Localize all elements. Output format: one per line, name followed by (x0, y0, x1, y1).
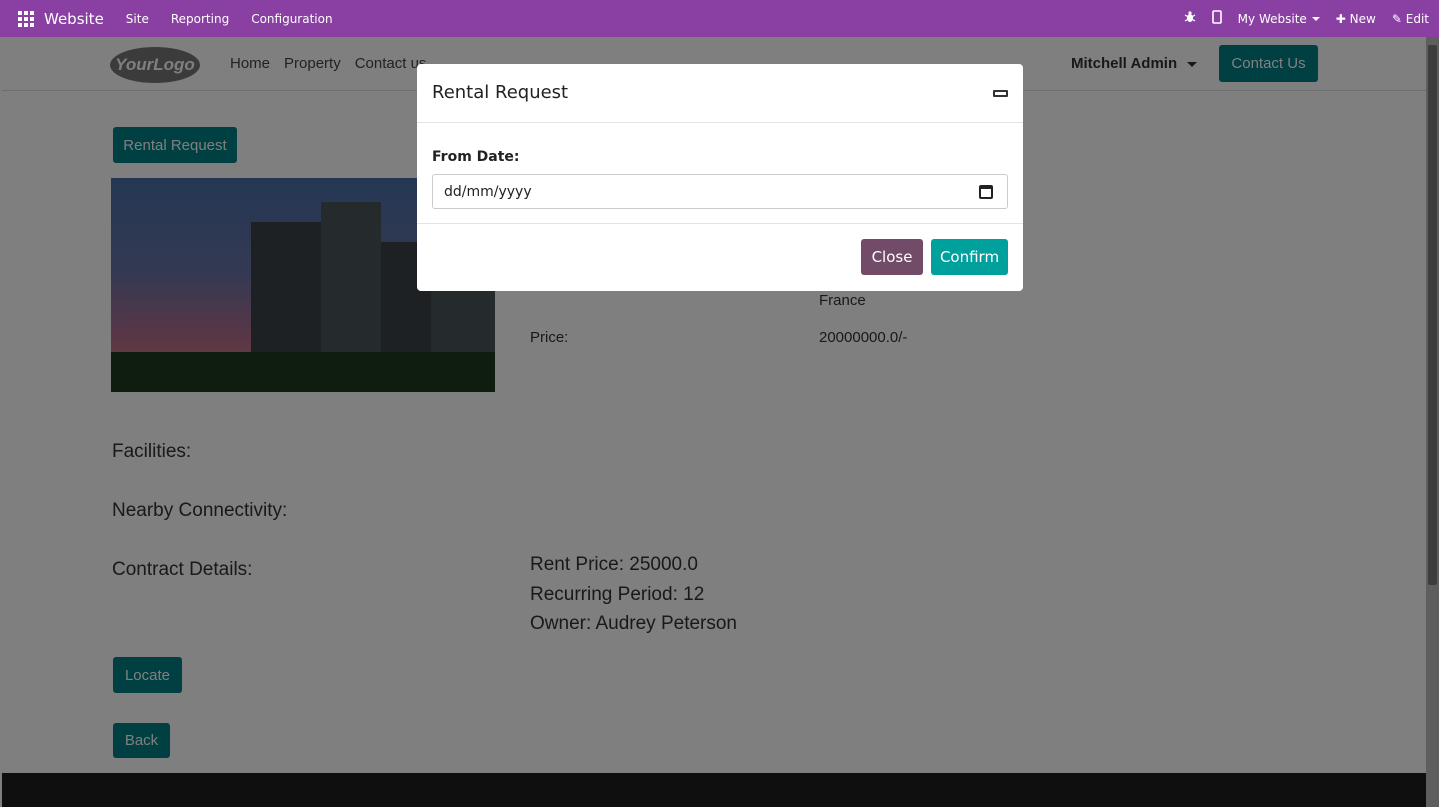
plus-icon: ✚ (1335, 11, 1346, 26)
menu-configuration[interactable]: Configuration (251, 12, 332, 26)
dialog-footer: Close Confirm (417, 224, 1023, 291)
my-website-label: My Website (1237, 11, 1307, 26)
app-brand[interactable]: Website (44, 10, 104, 28)
from-date-input[interactable]: dd/mm/yyyy (432, 174, 1008, 209)
chevron-down-icon (1311, 17, 1320, 21)
from-date-label: From Date: (432, 149, 520, 165)
calendar-icon[interactable] (979, 185, 993, 199)
dialog-body: From Date: dd/mm/yyyy (417, 123, 1023, 224)
dialog-title: Rental Request (432, 82, 569, 103)
dialog-header: Rental Request (417, 64, 1023, 123)
pencil-icon: ✎ (1391, 11, 1402, 26)
edit-label: Edit (1405, 11, 1429, 26)
menu-reporting[interactable]: Reporting (171, 12, 229, 26)
mobile-icon[interactable] (1211, 10, 1222, 27)
close-button[interactable]: Close (861, 239, 923, 275)
apps-grid-icon[interactable] (18, 10, 34, 27)
edit-button[interactable]: ✎ Edit (1392, 12, 1429, 26)
new-label: New (1349, 11, 1376, 26)
minimize-icon[interactable] (993, 90, 1008, 97)
date-placeholder: dd/mm/yyyy (444, 183, 532, 200)
rental-request-dialog: Rental Request From Date: dd/mm/yyyy Clo… (417, 64, 1023, 291)
confirm-button[interactable]: Confirm (931, 239, 1008, 275)
new-button[interactable]: ✚ New (1336, 12, 1376, 26)
menu-site[interactable]: Site (126, 12, 149, 26)
bug-icon[interactable] (1184, 11, 1196, 26)
odoo-top-bar: Website Site Reporting Configuration My … (0, 0, 1439, 37)
my-website-dropdown[interactable]: My Website (1238, 12, 1320, 26)
